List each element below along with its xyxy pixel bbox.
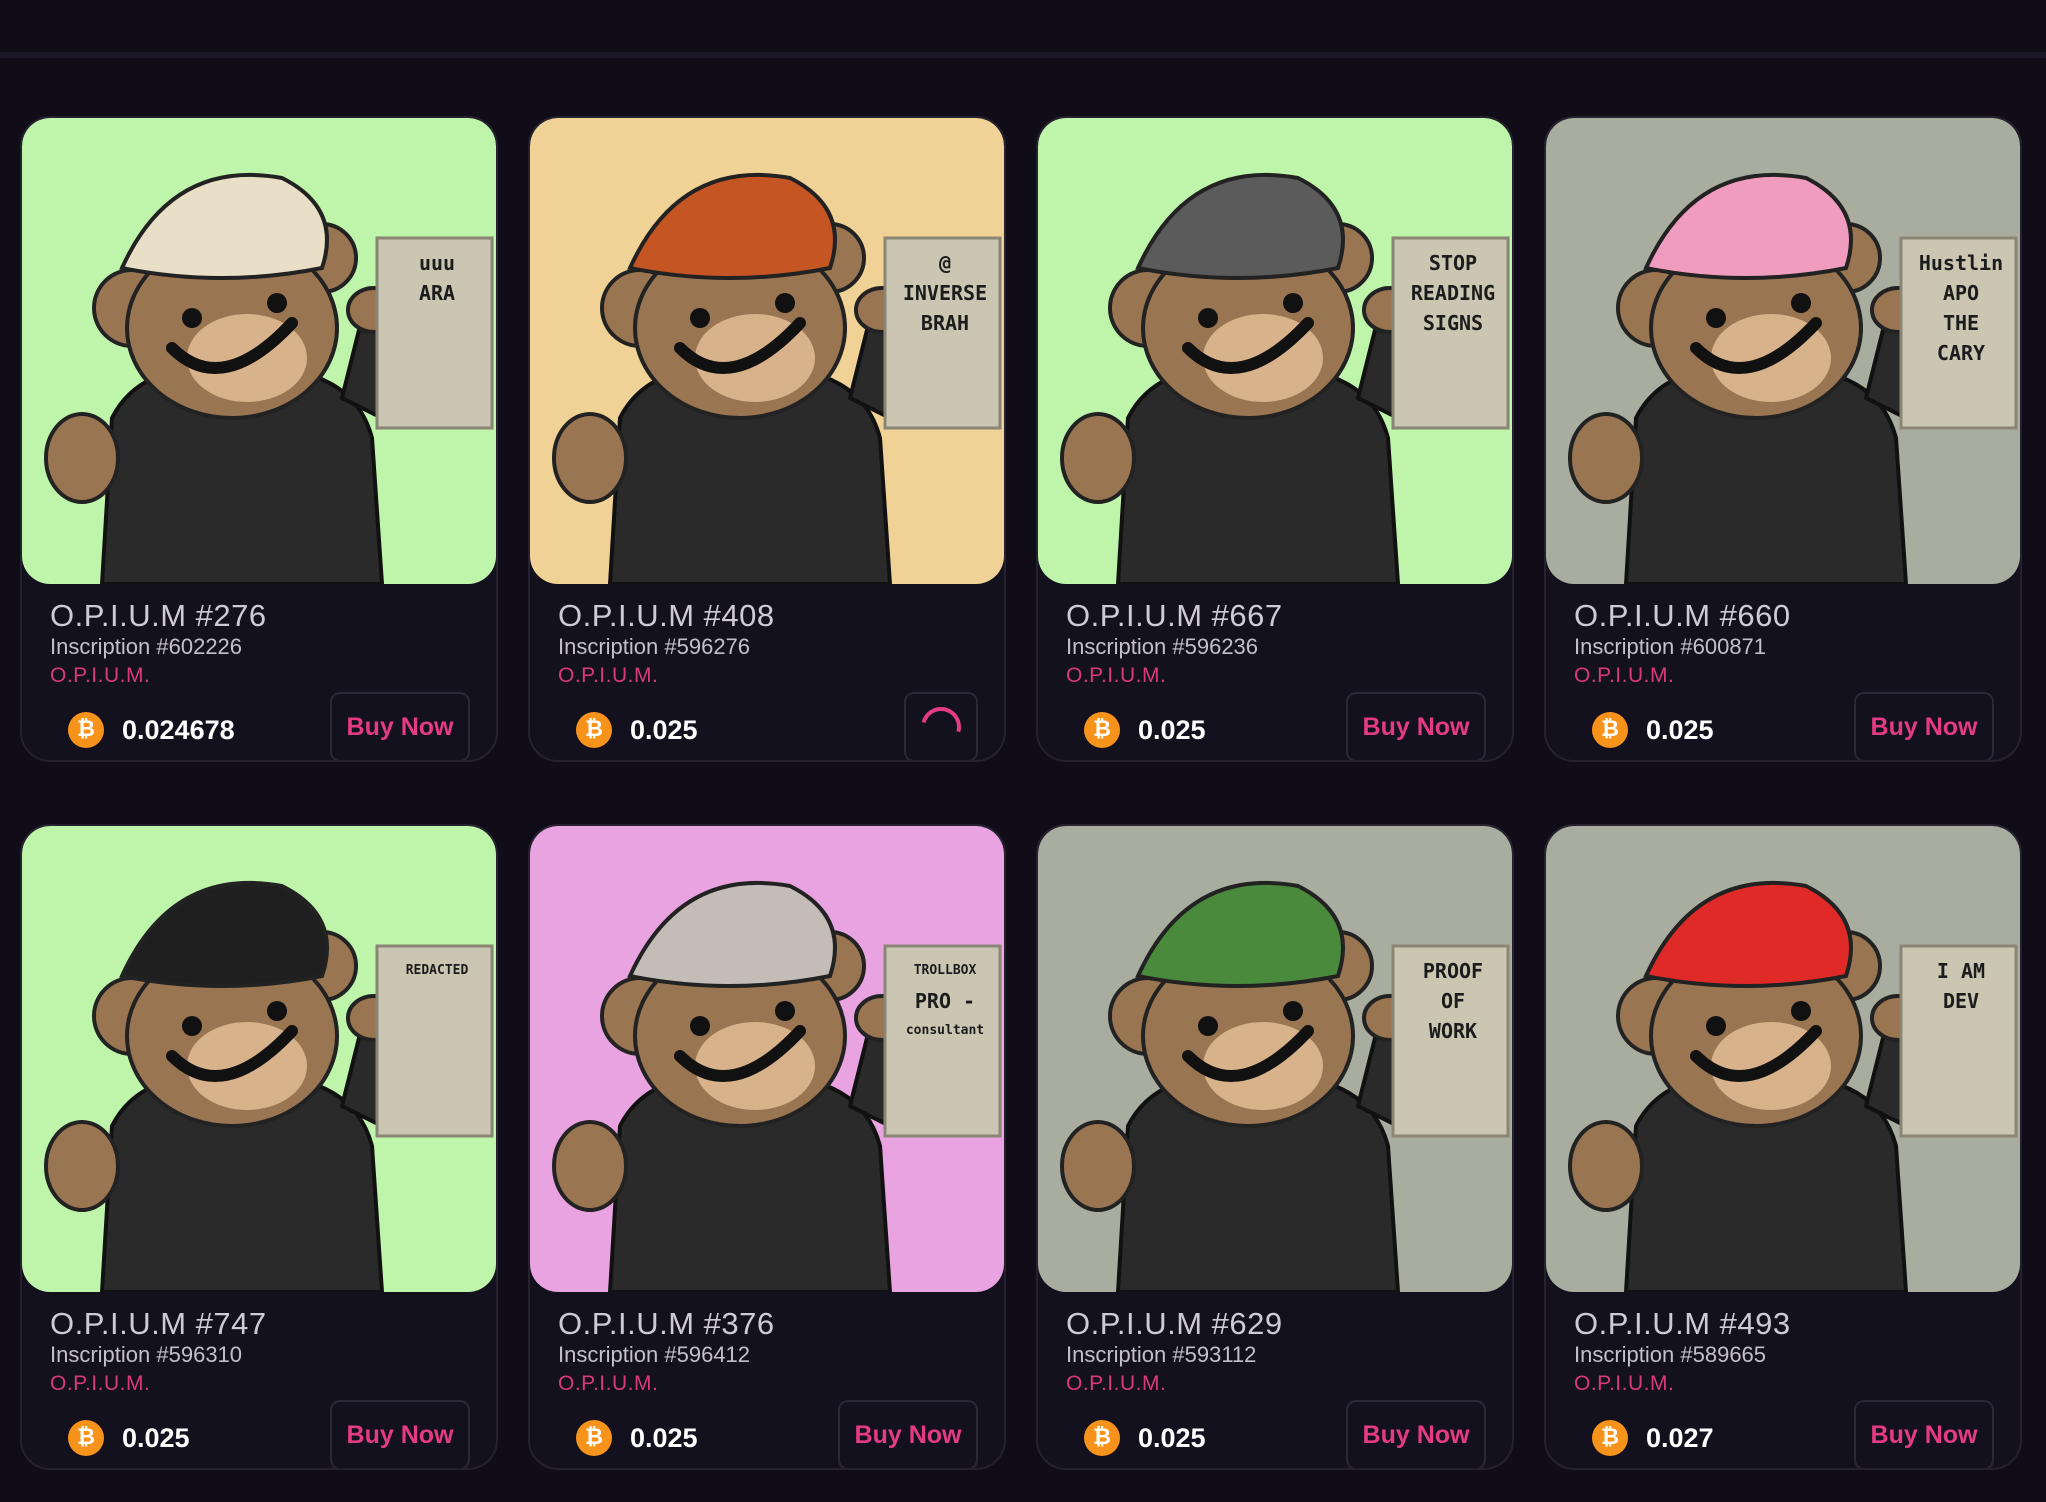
- nft-artwork[interactable]: REDACTED: [22, 826, 496, 1292]
- listing-card[interactable]: REDACTED O.P.I.U.M #747 Inscription #596…: [20, 824, 498, 1470]
- collection-name[interactable]: O.P.I.U.M.: [1066, 664, 1166, 688]
- inscription-number: Inscription #596236: [1066, 634, 1259, 659]
- nft-title[interactable]: O.P.I.U.M #629: [1066, 1306, 1283, 1342]
- inscription-number: Inscription #596412: [558, 1342, 751, 1367]
- nft-title[interactable]: O.P.I.U.M #493: [1574, 1306, 1791, 1342]
- sign-text: I AM DEV: [1906, 956, 2016, 1016]
- sign-text: @ INVERSE BRAH: [890, 248, 1000, 338]
- sign-word: PRO -: [914, 989, 976, 1013]
- price-value: 0.025: [1646, 715, 1714, 745]
- buy-now-button[interactable]: Buy Now: [330, 692, 470, 760]
- buy-now-button[interactable]: Buy Now: [1346, 1400, 1486, 1468]
- nft-title[interactable]: O.P.I.U.M #747: [50, 1306, 267, 1342]
- sign-word: consultant: [905, 1023, 985, 1038]
- nft-artwork[interactable]: TROLLBOX PRO - consultant: [530, 826, 1004, 1292]
- sign-word: STOP: [1428, 251, 1478, 275]
- collection-name[interactable]: O.P.I.U.M.: [558, 664, 658, 688]
- sign-word: TROLLBOX: [913, 963, 977, 978]
- listing-card[interactable]: STOP READING SIGNS O.P.I.U.M #667 Inscript…: [1036, 116, 1514, 762]
- price-value: 0.025: [122, 1423, 190, 1453]
- nft-artwork[interactable]: PROOF OF WORK: [1038, 826, 1512, 1292]
- loading-spinner-icon: [913, 699, 969, 755]
- bitcoin-icon: ₿: [576, 1420, 612, 1456]
- listing-card[interactable]: PROOF OF WORK O.P.I.U.M #629 Inscription #…: [1036, 824, 1514, 1470]
- sign-text: STOP READING SIGNS: [1398, 248, 1508, 338]
- buy-now-button[interactable]: Buy Now: [1854, 692, 1994, 760]
- buy-now-button[interactable]: Buy Now: [1346, 692, 1486, 760]
- listing-card[interactable]: I AM DEV O.P.I.U.M #493 Inscription #5896…: [1544, 824, 2022, 1470]
- listing-card[interactable]: Hustlin APO THE CARY O.P.I.U.M #660 Inscrip…: [1544, 116, 2022, 762]
- sign-word: INVERSE: [902, 281, 988, 305]
- sign-word: REDACTED: [405, 963, 469, 978]
- bitcoin-icon: ₿: [1592, 1420, 1628, 1456]
- nft-title[interactable]: O.P.I.U.M #667: [1066, 598, 1283, 634]
- price-value: 0.025: [1138, 715, 1206, 745]
- inscription-number: Inscription #596276: [558, 634, 751, 659]
- sign-word: SIGNS: [1422, 311, 1484, 335]
- sign-text: REDACTED: [382, 956, 492, 986]
- inscription-number: Inscription #593112: [1066, 1342, 1257, 1367]
- buy-now-button-loading[interactable]: [904, 692, 978, 760]
- inscription-number: Inscription #589665: [1574, 1342, 1767, 1367]
- nft-title[interactable]: O.P.I.U.M #276: [50, 598, 267, 634]
- sign-word: ARA: [418, 281, 456, 305]
- sign-word: @: [938, 251, 952, 275]
- buy-now-button[interactable]: Buy Now: [1854, 1400, 1994, 1468]
- sign-word: PROOF: [1422, 959, 1484, 983]
- nft-artwork[interactable]: uuu ARA: [22, 118, 496, 584]
- collection-name[interactable]: O.P.I.U.M.: [50, 664, 150, 688]
- nft-title[interactable]: O.P.I.U.M #408: [558, 598, 775, 634]
- sign-word: APO: [1942, 281, 1980, 305]
- inscription-number: Inscription #596310: [50, 1342, 243, 1367]
- price-value: 0.025: [1138, 1423, 1206, 1453]
- nft-title[interactable]: O.P.I.U.M #376: [558, 1306, 775, 1342]
- collection-name[interactable]: O.P.I.U.M.: [50, 1372, 150, 1396]
- sign-word: DEV: [1942, 989, 1980, 1013]
- sign-word: BRAH: [920, 311, 970, 335]
- listing-card[interactable]: TROLLBOX PRO - consultant O.P.I.U.M #376 I…: [528, 824, 1006, 1470]
- bitcoin-icon: ₿: [576, 712, 612, 748]
- sign-word: READING: [1410, 281, 1496, 305]
- sign-text: TROLLBOX PRO - consultant: [890, 956, 1000, 1046]
- listing-card[interactable]: @ INVERSE BRAH O.P.I.U.M #408 Inscription …: [528, 116, 1006, 762]
- nft-artwork[interactable]: @ INVERSE BRAH: [530, 118, 1004, 584]
- buy-now-button[interactable]: Buy Now: [838, 1400, 978, 1468]
- bitcoin-icon: ₿: [1592, 712, 1628, 748]
- price-value: 0.024678: [122, 715, 235, 745]
- buy-now-button[interactable]: Buy Now: [330, 1400, 470, 1468]
- bitcoin-icon: ₿: [1084, 1420, 1120, 1456]
- collection-name[interactable]: O.P.I.U.M.: [1066, 1372, 1166, 1396]
- price-value: 0.027: [1646, 1423, 1714, 1453]
- nft-artwork[interactable]: STOP READING SIGNS: [1038, 118, 1512, 584]
- sign-word: uuu: [418, 251, 456, 275]
- sign-word: OF: [1440, 989, 1466, 1013]
- inscription-number: Inscription #602226: [50, 634, 243, 659]
- bitcoin-icon: ₿: [1084, 712, 1120, 748]
- sign-text: PROOF OF WORK: [1398, 956, 1508, 1046]
- sign-text: uuu ARA: [382, 248, 492, 308]
- inscription-number: Inscription #600871: [1574, 634, 1767, 659]
- sign-text: Hustlin APO THE CARY: [1906, 248, 2016, 368]
- sign-word: THE: [1942, 311, 1980, 335]
- sign-word: I AM: [1936, 959, 1986, 983]
- collection-name[interactable]: O.P.I.U.M.: [1574, 664, 1674, 688]
- top-header-divider: [0, 0, 2046, 58]
- sign-word: WORK: [1428, 1019, 1478, 1043]
- listing-card[interactable]: uuu ARA O.P.I.U.M #276 Inscription #60222…: [20, 116, 498, 762]
- bitcoin-icon: ₿: [68, 712, 104, 748]
- price-value: 0.025: [630, 1423, 698, 1453]
- bitcoin-icon: ₿: [68, 1420, 104, 1456]
- collection-name[interactable]: O.P.I.U.M.: [558, 1372, 658, 1396]
- nft-artwork[interactable]: I AM DEV: [1546, 826, 2020, 1292]
- price-value: 0.025: [630, 715, 698, 745]
- nft-artwork[interactable]: Hustlin APO THE CARY: [1546, 118, 2020, 584]
- collection-name[interactable]: O.P.I.U.M.: [1574, 1372, 1674, 1396]
- sign-word: Hustlin: [1918, 251, 2004, 275]
- sign-word: CARY: [1936, 341, 1986, 365]
- nft-title[interactable]: O.P.I.U.M #660: [1574, 598, 1791, 634]
